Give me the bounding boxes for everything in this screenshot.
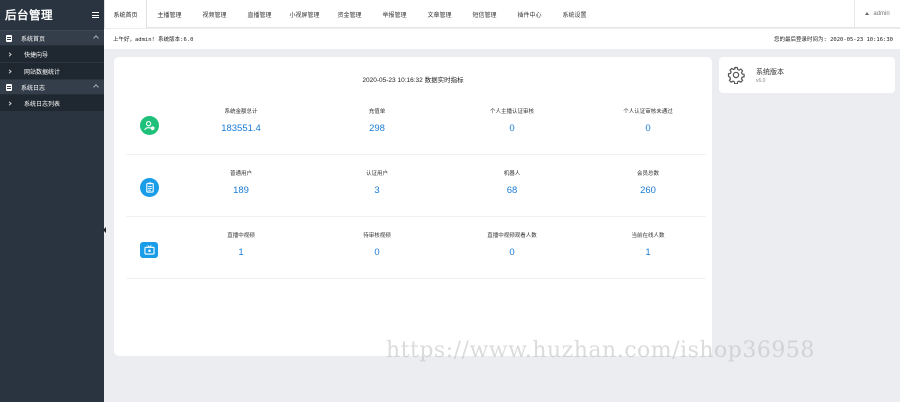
tab-articles[interactable]: 文章管理 bbox=[417, 0, 462, 28]
stat-value: 0 bbox=[645, 123, 651, 134]
tab-sms[interactable]: 短信管理 bbox=[462, 0, 507, 28]
document-icon bbox=[6, 34, 12, 42]
tab-home[interactable]: 系统首页 bbox=[104, 0, 147, 28]
metrics-title: 2020-05-23 10:16:32 数据实时指标 bbox=[362, 77, 464, 84]
stat-label: 待审核视频 bbox=[363, 233, 391, 239]
stat-value: 189 bbox=[233, 185, 249, 196]
app-title: 后台管理 bbox=[5, 10, 53, 22]
top-nav: 系统首页 主播管理 视频管理 直播管理 小视屏管理 资金管理 举报管理 文章管理… bbox=[104, 0, 900, 28]
tab-anchors[interactable]: 主播管理 bbox=[147, 0, 192, 28]
stat-label: 当前在线人数 bbox=[631, 233, 665, 239]
tab-reports[interactable]: 举报管理 bbox=[372, 0, 417, 28]
caret-up-icon bbox=[865, 12, 870, 15]
stat-total-members: 会员总数 260 bbox=[580, 169, 716, 196]
stat-value: 68 bbox=[506, 185, 518, 196]
last-login-text: 您的最后登录时间为: 2020-05-23 10:16:30 bbox=[773, 37, 893, 43]
tab-live[interactable]: 直播管理 bbox=[237, 0, 282, 28]
stat-label: 系统金额总计 bbox=[224, 109, 258, 115]
stat-label: 机器人 bbox=[503, 171, 521, 177]
stat-label: 普通用户 bbox=[229, 171, 252, 177]
tab-funds[interactable]: 资金管理 bbox=[327, 0, 372, 28]
stat-live-videos: 直播中视频 1 bbox=[173, 231, 309, 258]
sidebar-item-label: 系统日志列表 bbox=[24, 101, 61, 108]
stat-pending-videos: 待审核视频 0 bbox=[309, 231, 445, 258]
money-icon bbox=[140, 116, 159, 135]
menu-toggle-icon[interactable] bbox=[92, 12, 99, 18]
version-number: v6.0 bbox=[756, 78, 766, 84]
watermark-text: https://www.huzhan.com/ishop36958 bbox=[386, 338, 815, 363]
sidebar-item-label: 快捷向导 bbox=[24, 52, 49, 59]
stat-label: 充值单 bbox=[368, 109, 386, 115]
stat-value: 183551.4 bbox=[221, 123, 261, 134]
stat-robots: 机器人 68 bbox=[444, 169, 580, 196]
chevron-right-icon bbox=[7, 68, 12, 74]
brand-bar: 后台管理 bbox=[0, 0, 104, 31]
metrics-card: 2020-05-23 10:16:32 数据实时指标 系统金额总计 183551… bbox=[114, 57, 712, 356]
tab-settings[interactable]: 系统设置 bbox=[552, 0, 597, 28]
sidebar-group-logs[interactable]: 系统日志 bbox=[0, 80, 104, 95]
stat-value: 1 bbox=[645, 247, 651, 258]
version-title: 系统版本 bbox=[756, 69, 784, 76]
chevron-right-icon bbox=[7, 100, 12, 106]
tab-short-video[interactable]: 小视屏管理 bbox=[282, 0, 327, 28]
chevron-right-icon bbox=[7, 51, 12, 57]
document-icon bbox=[6, 83, 12, 91]
sidebar-item-log-list[interactable]: 系统日志列表 bbox=[0, 95, 104, 112]
stat-label: 认证用户 bbox=[365, 171, 388, 177]
stat-label: 个人认证审核未通过 bbox=[623, 109, 673, 115]
nav-tabs: 系统首页 主播管理 视频管理 直播管理 小视屏管理 资金管理 举报管理 文章管理… bbox=[104, 0, 854, 28]
chevron-up-icon bbox=[93, 84, 99, 90]
stat-value: 298 bbox=[369, 123, 385, 134]
sidebar-item-label: 网站数据统计 bbox=[24, 69, 61, 76]
stat-label: 直播中视频观看人数 bbox=[487, 233, 537, 239]
stat-row-live: 直播中视频 1 待审核视频 0 直播中视频观看人数 0 当前在线人数 1 bbox=[126, 217, 706, 279]
tv-icon bbox=[140, 242, 158, 258]
user-menu[interactable]: admin bbox=[854, 0, 900, 27]
stat-value: 1 bbox=[238, 247, 244, 258]
stat-label: 个人主播认证审核 bbox=[489, 109, 534, 115]
sidebar-collapse-icon[interactable] bbox=[103, 227, 106, 233]
stat-anchor-review: 个人主播认证审核 0 bbox=[444, 107, 580, 134]
stat-online-users: 当前在线人数 1 bbox=[580, 231, 716, 258]
stat-value: 0 bbox=[374, 247, 380, 258]
sidebar: 后台管理 系统首页 快捷向导 网站数据统计 系统日志 系统日志列表 bbox=[0, 0, 104, 402]
stat-verified-users: 认证用户 3 bbox=[309, 169, 445, 196]
stat-total-amount: 系统金额总计 183551.4 bbox=[173, 107, 309, 134]
stat-value: 0 bbox=[509, 247, 515, 258]
stat-recharge-orders: 充值单 298 bbox=[309, 107, 445, 134]
version-card: 系统版本 v6.0 bbox=[719, 57, 895, 93]
sidebar-group-home[interactable]: 系统首页 bbox=[0, 31, 104, 46]
info-bar: 上午好，admin! 系统版本:6.0 您的最后登录时间为: 2020-05-2… bbox=[104, 29, 900, 49]
stat-review-rejected: 个人认证审核未通过 0 bbox=[580, 107, 716, 134]
clipboard-icon bbox=[140, 178, 159, 197]
stat-value: 3 bbox=[374, 185, 380, 196]
gear-icon bbox=[727, 66, 745, 84]
sidebar-item-quick-guide[interactable]: 快捷向导 bbox=[0, 46, 104, 63]
stat-value: 260 bbox=[640, 185, 656, 196]
greeting-text: 上午好，admin! 系统版本:6.0 bbox=[113, 37, 194, 43]
sidebar-group-label: 系统日志 bbox=[21, 85, 46, 92]
stat-value: 0 bbox=[509, 123, 515, 134]
stat-label: 会员总数 bbox=[636, 171, 659, 177]
tab-plugins[interactable]: 插件中心 bbox=[507, 0, 552, 28]
sidebar-item-site-stats[interactable]: 网站数据统计 bbox=[0, 63, 104, 80]
stat-normal-users: 普通用户 189 bbox=[173, 169, 309, 196]
sidebar-group-label: 系统首页 bbox=[21, 36, 46, 43]
user-name: admin bbox=[873, 10, 890, 17]
tab-videos[interactable]: 视频管理 bbox=[192, 0, 237, 28]
chevron-up-icon bbox=[93, 35, 99, 41]
stat-live-viewers: 直播中视频观看人数 0 bbox=[444, 231, 580, 258]
stat-label: 直播中视频 bbox=[227, 233, 255, 239]
stat-row-users: 普通用户 189 认证用户 3 机器人 68 会员总数 260 bbox=[126, 155, 706, 217]
stat-row-finance: 系统金额总计 183551.4 充值单 298 个人主播认证审核 0 个人认证审… bbox=[126, 93, 706, 155]
